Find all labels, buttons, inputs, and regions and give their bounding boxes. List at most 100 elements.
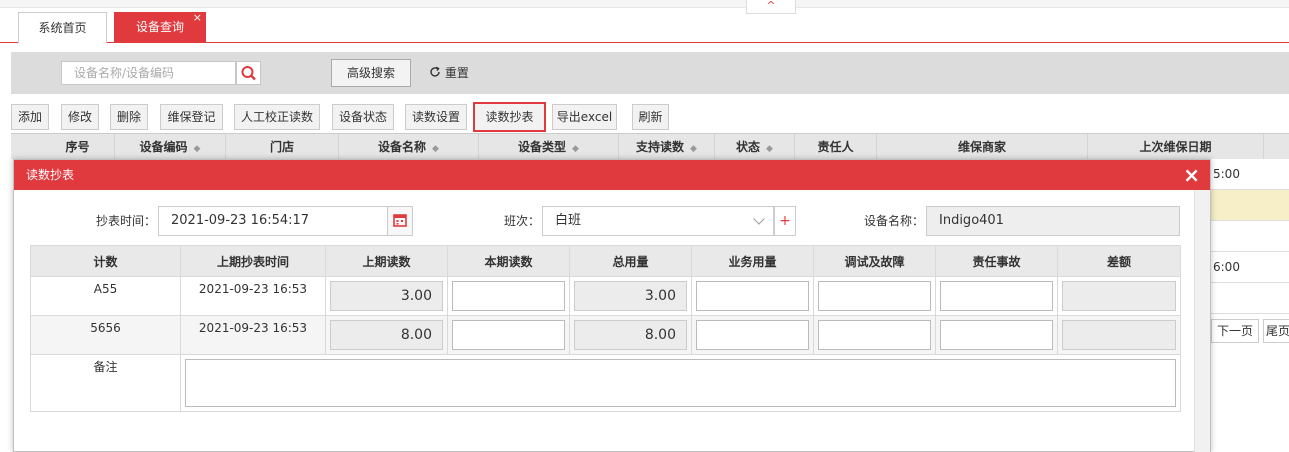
liability-accident-input[interactable] xyxy=(940,320,1053,350)
counter-cell: A55 xyxy=(30,276,181,316)
add-button[interactable]: 添加 xyxy=(11,104,49,130)
col-last-maintenance[interactable]: 上次维保日期 xyxy=(1088,134,1264,160)
sort-icon: ◆ xyxy=(572,144,579,154)
toolbar: 添加 修改 删除 维保登记 人工校正读数 设备状态 读数设置 读数抄表 导出ex… xyxy=(11,102,1289,132)
business-usage-input[interactable] xyxy=(696,281,809,311)
close-icon[interactable]: × xyxy=(1183,160,1200,190)
dialog-body: 抄表时间： 2021-09-23 16:54:17 班次： 白班 + 设备名称：… xyxy=(14,190,1194,452)
table-header: 计数 上期抄表时间 上期读数 本期读数 总用量 业务用量 调试及故障 责任事故 … xyxy=(30,245,1181,277)
meter-reading-button[interactable]: 读数抄表 xyxy=(473,102,546,132)
search-input[interactable]: 设备名称/设备编码 xyxy=(61,61,236,85)
col-support-reading[interactable]: 支持读数 ◆ xyxy=(619,134,715,160)
business-usage-input[interactable] xyxy=(696,320,809,350)
remark-textarea[interactable] xyxy=(185,359,1176,407)
calendar-button[interactable] xyxy=(387,206,413,236)
search-icon xyxy=(241,66,256,81)
col-difference: 差额 xyxy=(1057,245,1181,277)
table-row: 5656 2021-09-23 16:53 8.00 8.00 xyxy=(30,315,1181,355)
current-reading-input[interactable] xyxy=(452,281,565,311)
sort-icon: ◆ xyxy=(193,144,201,154)
chevron-down-icon xyxy=(753,213,765,225)
sort-icon: ◆ xyxy=(432,144,439,154)
table-row: A55 2021-09-23 16:53 3.00 3.00 xyxy=(30,276,1181,316)
col-total-usage: 总用量 xyxy=(569,245,692,277)
search-button[interactable] xyxy=(236,61,261,85)
current-reading-input[interactable] xyxy=(452,320,565,350)
col-current-reading: 本期读数 xyxy=(447,245,570,277)
col-device-code[interactable]: 设备编码 ◆ xyxy=(115,134,226,160)
next-page-button[interactable]: 下一页 xyxy=(1211,319,1259,343)
export-excel-button[interactable]: 导出excel xyxy=(552,104,617,130)
shift-value: 白班 xyxy=(555,213,582,228)
pager: 下一页 尾页 xyxy=(1211,319,1289,343)
grid-row xyxy=(1211,221,1289,252)
device-name-label: 设备名称： xyxy=(863,214,924,228)
maintenance-register-button[interactable]: 维保登记 xyxy=(160,104,223,130)
add-shift-button[interactable]: + xyxy=(774,206,796,236)
tab-bar: 系统首页 设备查询 × xyxy=(0,11,1289,43)
calendar-icon xyxy=(393,214,407,227)
col-counter: 计数 xyxy=(30,245,181,277)
total-usage-field: 8.00 xyxy=(574,320,687,350)
difference-field xyxy=(1062,320,1176,350)
reading-time-label: 抄表时间： xyxy=(95,214,156,228)
col-owner[interactable]: 责任人 xyxy=(795,134,877,160)
grid-right-peek: 5:00 6:00 下一页 尾页 xyxy=(1211,159,1289,452)
device-status-button[interactable]: 设备状态 xyxy=(332,104,394,130)
sort-icon: ◆ xyxy=(690,144,697,154)
reading-time-input[interactable]: 2021-09-23 16:54:17 xyxy=(158,206,388,236)
liability-accident-input[interactable] xyxy=(940,281,1053,311)
shift-select[interactable]: 白班 xyxy=(542,206,774,236)
reset-button[interactable]: 重置 xyxy=(429,59,469,87)
tab-label: 设备查询 xyxy=(135,20,184,34)
debug-fault-input[interactable] xyxy=(818,320,931,350)
search-panel: 设备名称/设备编码 高级搜索 重置 xyxy=(11,52,1289,94)
sort-icon: ◆ xyxy=(766,144,773,154)
last-time-cell: 2021-09-23 16:53 xyxy=(180,315,326,355)
grid-cell: 6:00 xyxy=(1211,252,1289,283)
col-business-usage: 业务用量 xyxy=(691,245,814,277)
dialog-header: 读数抄表 × xyxy=(14,160,1210,190)
grid-row-selected xyxy=(1211,190,1289,221)
remark-label: 备注 xyxy=(30,354,181,412)
reset-label: 重置 xyxy=(444,66,469,80)
refresh-icon xyxy=(430,66,440,77)
last-reading-field: 3.00 xyxy=(330,281,443,311)
tab-device-query[interactable]: 设备查询 × xyxy=(114,11,206,43)
difference-field xyxy=(1062,281,1176,311)
counter-cell: 5656 xyxy=(30,315,181,355)
last-reading-field: 8.00 xyxy=(330,320,443,350)
col-status[interactable]: 状态 ◆ xyxy=(715,134,795,160)
shift-label: 班次： xyxy=(503,214,540,228)
advanced-search-button[interactable]: 高级搜索 xyxy=(331,59,411,87)
grid-cell: 5:00 xyxy=(1211,159,1289,190)
col-device-type[interactable]: 设备类型 ◆ xyxy=(479,134,619,160)
total-usage-field: 3.00 xyxy=(574,281,687,311)
last-page-button[interactable]: 尾页 xyxy=(1263,319,1289,343)
dialog-scrollbar[interactable] xyxy=(1194,190,1210,452)
col-index[interactable]: 序号 xyxy=(41,134,115,160)
app-window: ^ 系统首页 设备查询 × 设备名称/设备编码 高级搜索 重置 添加 修改 删除… xyxy=(0,0,1289,452)
device-name-field: Indigo401 xyxy=(926,206,1180,236)
tab-home[interactable]: 系统首页 xyxy=(18,12,107,43)
reading-settings-button[interactable]: 读数设置 xyxy=(405,104,467,130)
col-liability-accident: 责任事故 xyxy=(935,245,1058,277)
edit-button[interactable]: 修改 xyxy=(61,104,99,130)
grid-header: 序号 设备编码 ◆ 门店 设备名称 ◆ 设备类型 ◆ 支持读数 ◆ 状态 ◆ 责任人 维保… xyxy=(11,133,1289,160)
grid-row xyxy=(1211,283,1289,314)
col-vendor[interactable]: 维保商家 xyxy=(877,134,1088,160)
delete-button[interactable]: 删除 xyxy=(110,104,148,130)
col-device-name[interactable]: 设备名称 ◆ xyxy=(339,134,479,160)
tab-close-icon[interactable]: × xyxy=(193,3,202,33)
reading-table: 计数 上期抄表时间 上期读数 本期读数 总用量 业务用量 调试及故障 责任事故 … xyxy=(30,245,1181,412)
dialog-title: 读数抄表 xyxy=(26,168,75,182)
col-last-reading: 上期读数 xyxy=(325,245,448,277)
refresh-button[interactable]: 刷新 xyxy=(632,104,669,130)
manual-calibrate-button[interactable]: 人工校正读数 xyxy=(234,104,320,130)
remark-row: 备注 xyxy=(30,354,1181,412)
debug-fault-input[interactable] xyxy=(818,281,931,311)
col-debug-fault: 调试及故障 xyxy=(813,245,936,277)
last-time-cell: 2021-09-23 16:53 xyxy=(180,276,326,316)
meter-reading-dialog: 读数抄表 × 抄表时间： 2021-09-23 16:54:17 班次： 白班 xyxy=(13,159,1211,452)
col-store[interactable]: 门店 xyxy=(226,134,339,160)
